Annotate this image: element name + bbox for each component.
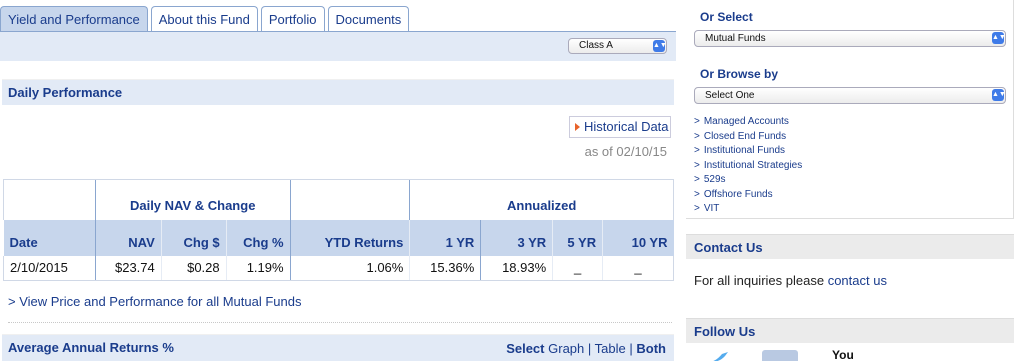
col-chg-dollar: Chg $ xyxy=(160,219,227,256)
share-class-select[interactable]: Class A ▲▼ xyxy=(568,38,667,54)
group-blank-ytd xyxy=(289,179,410,220)
group-nav-change: Daily NAV & Change xyxy=(94,179,291,220)
historical-data-button[interactable]: Historical Data xyxy=(569,116,671,138)
col-10yr: 10 YR xyxy=(602,219,674,256)
list-item[interactable]: > Institutional Strategies xyxy=(694,159,802,174)
fund-type-select[interactable]: Mutual Funds ▲▼ xyxy=(694,30,1006,47)
tab-yield-performance[interactable]: Yield and Performance xyxy=(0,6,148,34)
chevron-updown-icon: ▲▼ xyxy=(653,40,667,52)
col-ytd: YTD Returns xyxy=(289,219,410,256)
col-1yr: 1 YR xyxy=(409,219,481,256)
contact-prefix: For all inquiries please xyxy=(694,273,825,288)
tab-strip: Yield and Performance About this Fund Po… xyxy=(0,6,412,34)
or-select-label: Or Select xyxy=(700,10,753,24)
view-both-link[interactable]: Both xyxy=(636,341,666,356)
follow-us-title: Follow Us xyxy=(686,318,1014,343)
cell-ytd: 1.06% xyxy=(289,255,410,281)
cell-5yr: _ xyxy=(552,255,603,281)
cell-chg-pct: 1.19% xyxy=(225,255,291,281)
col-5yr: 5 YR xyxy=(552,219,603,256)
select-label: Select xyxy=(506,341,545,356)
youtube-icon[interactable]: You xyxy=(832,348,854,361)
view-table-link[interactable]: Table xyxy=(595,341,626,356)
facebook-icon[interactable] xyxy=(762,350,798,361)
contact-us-link[interactable]: contact us xyxy=(828,273,887,288)
tab-portfolio[interactable]: Portfolio xyxy=(260,6,325,32)
separator: | xyxy=(629,341,633,356)
cell-10yr: _ xyxy=(602,255,674,281)
browse-by-select[interactable]: Select One ▲▼ xyxy=(694,87,1006,104)
cell-3yr: 18.93% xyxy=(480,255,553,281)
historical-data-label: Historical Data xyxy=(584,119,669,134)
twitter-icon[interactable] xyxy=(700,350,736,361)
daily-performance-header: Daily Performance xyxy=(2,79,674,105)
daily-performance-table: Daily NAV & Change Annualized Date NAV C… xyxy=(3,179,674,281)
arrow-right-icon xyxy=(575,123,580,131)
col-date: Date xyxy=(3,219,96,256)
cell-1yr: 15.36% xyxy=(409,255,481,281)
contact-text: For all inquiries please contact us xyxy=(694,273,887,288)
sidebar: Or Select Mutual Funds ▲▼ Or Browse by S… xyxy=(686,0,1014,361)
list-item[interactable]: > VIT xyxy=(694,202,802,217)
tab-documents[interactable]: Documents xyxy=(327,6,410,32)
browse-links: > Managed Accounts > Closed End Funds > Ins… xyxy=(694,115,802,217)
divider xyxy=(8,322,672,323)
view-graph-link[interactable]: Graph xyxy=(548,341,584,356)
group-annualized: Annualized xyxy=(409,179,674,220)
col-3yr: 3 YR xyxy=(480,219,553,256)
list-item[interactable]: > Managed Accounts xyxy=(694,115,802,130)
daily-performance-title: Daily Performance xyxy=(8,85,123,100)
group-blank xyxy=(3,179,96,220)
list-item[interactable]: > Closed End Funds xyxy=(694,130,802,145)
table-group-header: Daily NAV & Change Annualized xyxy=(3,179,674,220)
contact-us-title: Contact Us xyxy=(686,234,1014,259)
cell-nav: $23.74 xyxy=(94,255,162,281)
fund-finder-panel: Or Select Mutual Funds ▲▼ Or Browse by S… xyxy=(686,0,1014,219)
avg-returns-header: Average Annual Returns % Select Graph | … xyxy=(2,334,674,361)
main-content: Yield and Performance About this Fund Po… xyxy=(0,0,680,361)
share-class-value: Class A xyxy=(579,40,613,51)
tab-about-fund[interactable]: About this Fund xyxy=(150,6,258,32)
cell-date: 2/10/2015 xyxy=(3,255,96,281)
browse-by-value: Select One xyxy=(705,90,755,101)
list-item[interactable]: > Institutional Funds xyxy=(694,144,802,159)
view-all-funds-link[interactable]: > View Price and Performance for all Mut… xyxy=(8,294,301,309)
view-mode-options: Select Graph | Table | Both xyxy=(506,335,666,361)
chevron-updown-icon: ▲▼ xyxy=(992,32,1006,44)
col-chg-pct: Chg % xyxy=(225,219,291,256)
as-of-date: as of 02/10/15 xyxy=(584,144,667,159)
table-column-header: Date NAV Chg $ Chg % YTD Returns 1 YR 3 … xyxy=(3,219,674,256)
separator: | xyxy=(587,341,592,356)
fund-type-value: Mutual Funds xyxy=(705,33,766,44)
or-browse-label: Or Browse by xyxy=(700,67,779,81)
table-row: 2/10/2015 $23.74 $0.28 1.19% 1.06% 15.36… xyxy=(3,255,674,281)
list-item[interactable]: > Offshore Funds xyxy=(694,188,802,203)
cell-chg-dollar: $0.28 xyxy=(160,255,227,281)
chevron-updown-icon: ▲▼ xyxy=(992,89,1006,101)
col-nav: NAV xyxy=(94,219,162,256)
list-item[interactable]: >529s xyxy=(694,173,802,188)
